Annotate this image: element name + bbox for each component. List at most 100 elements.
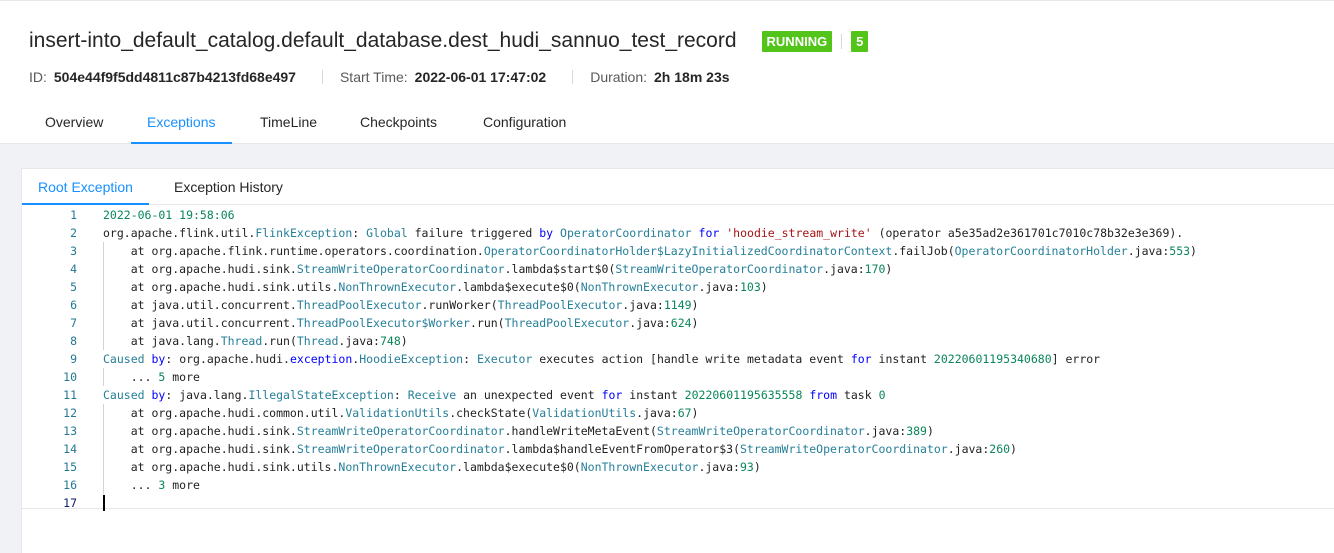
code-token: at org.apache.flink.runtime.operators.co… [103, 244, 484, 258]
code-text: org.apache.flink.util.FlinkException: Gl… [103, 224, 1197, 242]
code-token: for [601, 388, 623, 402]
code-token: 20220601195635558 [684, 388, 803, 402]
code-token: .run( [262, 334, 297, 348]
code-token: ) [885, 262, 893, 276]
code-token: FlinkException [255, 226, 353, 240]
tab-timeline[interactable]: TimeLine [260, 101, 317, 143]
line-number: 14 [63, 442, 77, 456]
code-line: 15 at org.apache.hudi.sink.utils.NonThro… [22, 458, 1312, 476]
code-token: at java.util.concurrent. [103, 316, 297, 330]
code-token: for [850, 352, 872, 366]
tab-checkpoints[interactable]: Checkpoints [360, 101, 437, 143]
code-token: ValidationUtils [345, 406, 450, 420]
code-token: StreamWriteOperatorCoordinator [296, 442, 505, 456]
code-token: 624 [670, 316, 692, 330]
line-number: 1 [70, 208, 77, 222]
code-line: 13 at org.apache.hudi.sink.StreamWriteOp… [22, 422, 1312, 440]
code-token: .runWorker( [421, 298, 498, 312]
code-text: at org.apache.hudi.sink.utils. NonThrownE… [103, 278, 768, 296]
line-number: 11 [63, 388, 77, 402]
code-token: .java: [864, 424, 907, 438]
code-token: 67 [677, 406, 692, 420]
code-token: NonThrownExecutor [338, 460, 457, 474]
code-token: ) [926, 424, 934, 438]
code-token: : [352, 226, 367, 240]
code-line: 14 at org.apache.hudi.sink.StreamWriteOp… [22, 440, 1312, 458]
code-token: ) [753, 460, 761, 474]
line-number: 9 [70, 352, 77, 366]
code-token: .java: [338, 334, 380, 348]
id-label: ID: [29, 69, 47, 85]
code-text: ... 3 more [103, 476, 200, 494]
code-token: .failJob( [892, 244, 955, 258]
code-token: NonThrownExecutor [580, 280, 699, 294]
code-token: OperatorCoordinatorHolder [954, 244, 1128, 258]
code-token: 20220601195340680 [933, 352, 1052, 366]
code-token: ... [103, 370, 159, 384]
tab-configuration[interactable]: Configuration [483, 101, 566, 143]
code-token: StreamWriteOperatorCoordinator [656, 424, 865, 438]
code-token: 2022-06-01 19:58:06 [103, 208, 235, 222]
code-token: : [463, 352, 477, 366]
code-line: 2 org.apache.flink.util.FlinkException: G… [22, 224, 1312, 242]
code-token: OperatorCoordinatorHolder$LazyInitialize… [483, 244, 893, 258]
code-token: .java: [622, 298, 664, 312]
code-line: 1 2022-06-01 19:58:06 [22, 206, 1312, 224]
code-token: instant [871, 352, 934, 366]
code-token: .run( [469, 316, 505, 330]
code-token: 260 [989, 442, 1011, 456]
code-token: .lambda$start$0( [504, 262, 616, 276]
code-token: ... [103, 478, 159, 492]
code-token: 553 [1169, 244, 1191, 258]
code-token: .java: [636, 406, 678, 420]
code-token: StreamWriteOperatorCoordinator [296, 262, 505, 276]
code-line: 17 [22, 494, 1312, 512]
tab-overview[interactable]: Overview [45, 101, 103, 143]
code-token: failure triggered [407, 226, 540, 240]
code-line: 5 at org.apache.hudi.sink.utils.NonThrow… [22, 278, 1312, 296]
code-text: at org.apache.flink.runtime.operators.co… [103, 242, 1197, 260]
code-token: at java.lang. [103, 334, 221, 348]
code-token: .java: [947, 442, 990, 456]
tab-exceptions[interactable]: Exceptions [130, 101, 234, 144]
tab-root-exception[interactable]: Root Exception [22, 169, 149, 205]
divider [572, 70, 574, 84]
code-token: .checkState( [449, 406, 533, 420]
code-token: Thread [220, 334, 263, 348]
code-token: HoodieException [359, 352, 464, 366]
divider [321, 70, 323, 84]
duration: 2h 18m 23s [654, 69, 730, 85]
code-token: at org.apache.hudi.sink.utils. [103, 280, 339, 294]
duration-label: Duration: [590, 69, 648, 85]
code-text: at org.apache.hudi.sink.utils.NonThrownE… [103, 458, 761, 476]
code-token: from [809, 388, 838, 402]
code-token: by [151, 388, 166, 402]
code-token: 103 [739, 280, 761, 294]
code-line: 3 at org.apache.flink.runtime.operators.… [22, 242, 1312, 260]
code-token: 748 [379, 334, 401, 348]
code-line: 12 at org.apache.hudi.common.util.Valida… [22, 404, 1312, 422]
code-token: .java: [629, 316, 671, 330]
tab-exception-history[interactable]: Exception History [174, 169, 283, 205]
code-token: ) [1190, 244, 1197, 258]
code-token: .java: [698, 280, 740, 294]
task-count-badge: 5 [851, 30, 869, 52]
code-text: Caused by: org.apache.hudi.exception.Hoo… [103, 350, 1100, 368]
code-token: more [165, 478, 200, 492]
code-token: 0 [878, 388, 886, 402]
code-token: at org.apache.hudi.sink.utils. [103, 460, 339, 474]
code-token: 93 [739, 460, 754, 474]
start-time: 2022-06-01 17:47:02 [414, 69, 547, 85]
code-token: 'hoodie_stream_write' [726, 226, 872, 240]
exception-code-editor[interactable]: 1 2022-06-01 19:58:06 2 org.apache.flink.ut… [22, 205, 1334, 512]
code-token: ) [1010, 442, 1017, 456]
code-text: at java.util.concurrent.ThreadPoolExecut… [103, 296, 699, 314]
code-token: an unexpected event [456, 388, 602, 402]
code-token: .lambda$handleEventFromOperator$3( [504, 442, 740, 456]
code-token: .handleWriteMetaEvent( [504, 424, 657, 438]
code-token: (operator a5e35ad2e361701c7010c78b32e3e3… [871, 226, 1198, 240]
code-text: 2022-06-01 19:58:06 [103, 206, 235, 224]
code-token: exception [289, 352, 353, 366]
code-token: at java.util.concurrent. [103, 298, 297, 312]
line-number: 7 [70, 316, 77, 330]
